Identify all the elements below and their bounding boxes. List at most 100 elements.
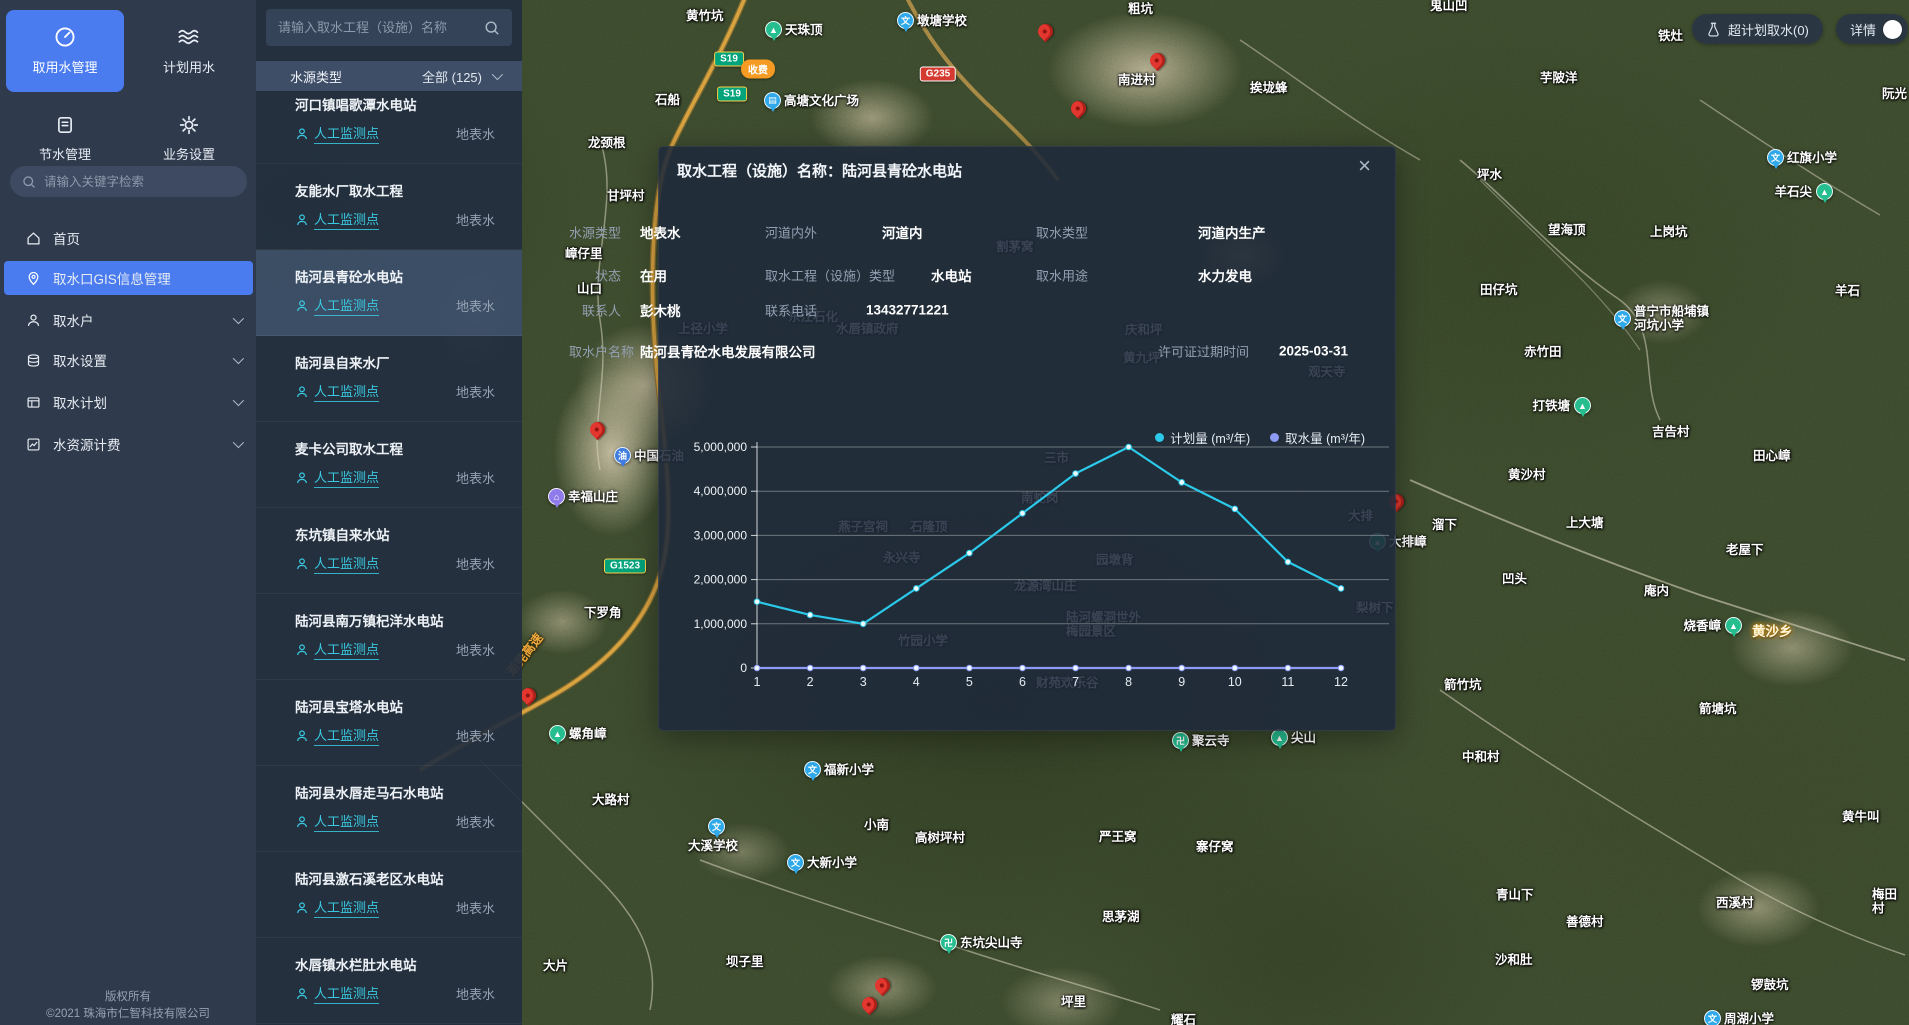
station-list-item[interactable]: 友能水厂取水工程人工监测点地表水 (256, 164, 522, 250)
location-pin-icon (26, 271, 41, 286)
school-poi-icon: 文 (787, 854, 804, 871)
sidebar-item-water-users[interactable]: 取水户 (4, 303, 253, 337)
monitor-tag: 人工监测点 (314, 553, 379, 574)
svg-text:1,000,000: 1,000,000 (694, 617, 748, 631)
station-list-item[interactable]: 陆河县水唇走马石水电站人工监测点地表水 (256, 766, 522, 852)
svg-text:4,000,000: 4,000,000 (694, 484, 748, 498)
resort-poi-icon: ⌂ (548, 488, 565, 505)
sidebar-item-label: 首页 (53, 228, 80, 248)
sidebar-item-gis-management[interactable]: 取水口GIS信息管理 (4, 261, 253, 295)
station-name: 麦卡公司取水工程 (295, 438, 403, 458)
map-label: 老屋下 (1726, 543, 1764, 557)
detail-toggle[interactable]: 详情 (1836, 14, 1908, 44)
station-list-item[interactable]: 东坑镇自来水站人工监测点地表水 (256, 508, 522, 594)
person-icon (295, 127, 309, 141)
map-label: 黄牛叫 (1842, 810, 1880, 824)
station-subrow: 人工监测点 地表水 (295, 123, 495, 144)
sidebar-item-intake-settings[interactable]: 取水设置 (4, 343, 253, 377)
map-label: 黄沙乡 (1752, 624, 1793, 640)
school-poi-icon: 文 (708, 818, 725, 835)
water-type: 地表水 (456, 124, 495, 143)
monitor-tag: 人工监测点 (314, 123, 379, 144)
legend-item[interactable]: 取水量 (m³/年) (1270, 428, 1365, 447)
field-label: 联系电话 (765, 301, 817, 320)
map-label: 严王窝 (1099, 830, 1137, 844)
gauge-icon (54, 26, 76, 48)
mountain-poi-icon: ▲ (1574, 397, 1591, 414)
svg-text:9: 9 (1178, 675, 1185, 689)
map-label: 中和村 (1462, 750, 1500, 764)
legend-label: 计划量 (m³/年) (1170, 428, 1250, 447)
sidebar-item-intake-plan[interactable]: 取水计划 (4, 385, 253, 419)
station-list-item[interactable]: 陆河县宝塔水电站人工监测点地表水 (256, 680, 522, 766)
sidebar-item-water-billing[interactable]: 水资源计费 (4, 427, 253, 461)
road-badge: G1523 (604, 559, 646, 574)
poi-label: 尖山 (1291, 731, 1316, 745)
school-poi-icon: 文 (1704, 1010, 1721, 1025)
app-tile-planned-water[interactable]: 计划用水 (130, 10, 248, 92)
map-label: 大片 (543, 959, 568, 973)
poi-label: 螺角嶂 (569, 727, 607, 741)
map-label: 寨仔窝 (1196, 840, 1234, 854)
poi-label: 墩塘学校 (917, 14, 967, 28)
station-subrow: 人工监测点地表水 (295, 467, 495, 488)
mountain-poi-icon: ▲ (765, 21, 782, 38)
poi-label: 大新小学 (807, 856, 857, 870)
monitor-tag: 人工监测点 (314, 467, 379, 488)
station-name: 陆河县自来水厂 (295, 352, 390, 372)
sidebar-item-home[interactable]: 首页 (4, 221, 253, 255)
field-label: 取水户名称 (569, 342, 634, 361)
map-label: 黄竹坑 (686, 9, 724, 23)
station-search-box[interactable] (266, 9, 512, 46)
station-list-item[interactable]: 陆河县青砼水电站人工监测点地表水 (256, 250, 522, 336)
map-label: 凹头 (1502, 572, 1527, 586)
map-label: 坪水 (1477, 168, 1502, 182)
svg-text:4: 4 (913, 675, 920, 689)
field-value: 地表水 (640, 222, 681, 242)
station-subrow: 人工监测点地表水 (295, 897, 495, 918)
person-icon (295, 385, 309, 399)
station-subrow: 人工监测点地表水 (295, 381, 495, 402)
map-label: 箭塘坑 (1699, 702, 1737, 716)
map-label: 上大塘 (1566, 516, 1604, 530)
map-label: 粗坑 (1128, 2, 1153, 16)
svg-text:5,000,000: 5,000,000 (694, 440, 748, 454)
waves-icon (177, 26, 201, 48)
over-plan-intake-button[interactable]: 超计划取水(0) (1692, 14, 1823, 44)
field-value: 河道内生产 (1198, 222, 1266, 242)
sidebar-search-box[interactable] (10, 166, 247, 197)
poi-label: 大溪学校 (688, 839, 738, 853)
station-search-input[interactable] (278, 20, 484, 35)
app-tile-water-intake-mgmt[interactable]: 取用水管理 (6, 10, 124, 92)
gear-icon (179, 115, 199, 135)
map-label: 甘坪村 (607, 189, 645, 203)
over-plan-intake-label: 超计划取水(0) (1728, 20, 1809, 39)
map-label: 田心嶂 (1753, 449, 1791, 463)
station-list-item[interactable]: 陆河县激石溪老区水电站人工监测点地表水 (256, 852, 522, 938)
poi-label: 聚云寺 (1192, 734, 1230, 748)
person-icon (295, 213, 309, 227)
flask-icon (1706, 21, 1721, 38)
sidebar-search-input[interactable] (44, 175, 214, 189)
poi-label: 普宁市船埔镇 河坑小学 (1634, 305, 1709, 334)
field-value: 13432771221 (866, 303, 949, 318)
station-subrow: 人工监测点地表水 (295, 639, 495, 660)
station-name: 友能水厂取水工程 (295, 180, 403, 200)
legend-item[interactable]: 计划量 (m³/年) (1155, 428, 1250, 447)
chart-legend: 计划量 (m³/年) 取水量 (m³/年) (1155, 428, 1365, 447)
close-icon[interactable]: × (1358, 155, 1371, 177)
legend-label: 取水量 (m³/年) (1285, 428, 1365, 447)
map-label: 高树坪村 (915, 831, 965, 845)
station-list-item[interactable]: 陆河县自来水厂人工监测点地表水 (256, 336, 522, 422)
water-type: 地表水 (456, 554, 495, 573)
chevron-down-icon (233, 395, 244, 406)
toggle-knob[interactable] (1883, 20, 1902, 39)
station-list-item[interactable]: 河口镇唱歌潭水电站人工监测点地表水 (256, 78, 522, 164)
field-value: 河道内 (882, 222, 923, 242)
map-label: 耀石 (1171, 1013, 1196, 1025)
station-list-item[interactable]: 水唇镇水栏肚水电站人工监测点地表水 (256, 938, 522, 1024)
station-list-item[interactable]: 麦卡公司取水工程人工监测点地表水 (256, 422, 522, 508)
person-icon (295, 643, 309, 657)
monitor-tag: 人工监测点 (314, 295, 379, 316)
station-list-item[interactable]: 陆河县南万镇杞洋水电站人工监测点地表水 (256, 594, 522, 680)
